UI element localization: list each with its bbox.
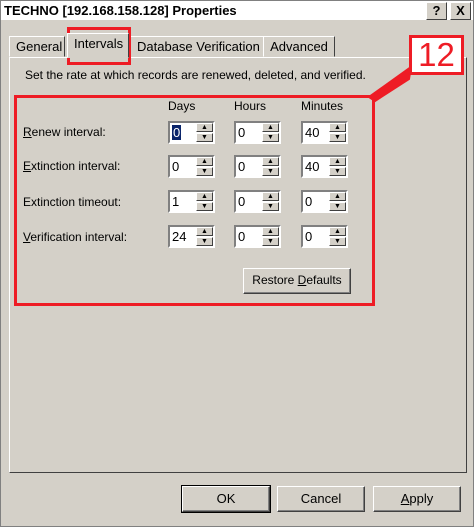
tab-intervals[interactable]: Intervals <box>67 33 129 58</box>
ok-button[interactable]: OK <box>181 485 271 513</box>
annotation-arrow-icon <box>367 64 413 103</box>
apply-button[interactable]: Apply <box>373 486 461 512</box>
properties-dialog: TECHNO [192.168.158.128] Properties ? X … <box>0 0 474 527</box>
cancel-button[interactable]: Cancel <box>277 486 365 512</box>
dialog-footer: OK Cancel Apply <box>1 473 473 527</box>
annotation-number: 12 <box>409 35 464 75</box>
